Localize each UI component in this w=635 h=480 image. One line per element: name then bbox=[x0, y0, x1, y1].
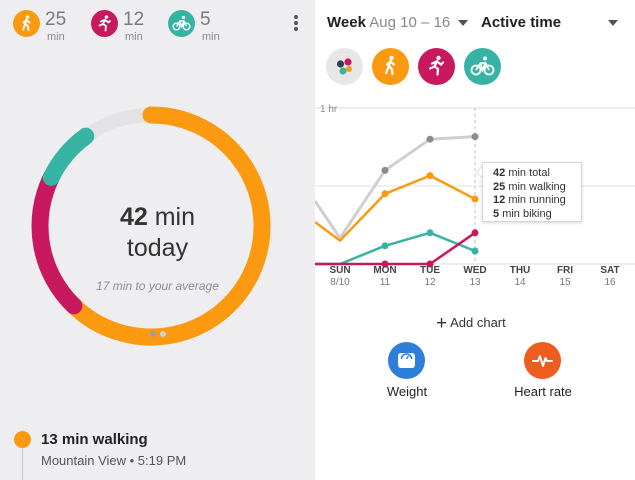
data-point-biking[interactable] bbox=[471, 247, 479, 255]
plus-icon: + bbox=[436, 313, 448, 334]
running-minutes: 12 bbox=[123, 9, 145, 30]
all-activities-filter[interactable] bbox=[326, 48, 363, 85]
biking-icon bbox=[168, 10, 195, 37]
tooltip-arrow-fill bbox=[477, 167, 482, 177]
x-axis-date: 15 bbox=[559, 277, 571, 288]
running-icon bbox=[91, 10, 118, 37]
scale-icon bbox=[398, 353, 415, 368]
ring-comparison: 17 min to your average bbox=[96, 279, 219, 293]
data-point-total[interactable] bbox=[426, 135, 434, 143]
x-axis-date: 14 bbox=[514, 277, 526, 288]
pager-dot[interactable] bbox=[160, 331, 166, 337]
x-axis-day: SAT bbox=[600, 265, 620, 276]
biking-unit: min bbox=[202, 31, 220, 43]
biking-minutes: 5 bbox=[200, 9, 211, 30]
biking-icon bbox=[470, 56, 495, 76]
heart-rate-label[interactable]: Heart rate bbox=[502, 384, 584, 399]
metric-label: Active time bbox=[481, 14, 562, 31]
biking-filter[interactable] bbox=[464, 48, 501, 85]
add-chart-button[interactable]: + Add chart bbox=[436, 313, 506, 335]
pager-dot-active[interactable] bbox=[150, 331, 156, 337]
tooltip-running-value: 12 bbox=[493, 194, 506, 206]
x-axis-date: 8/10 bbox=[330, 277, 350, 288]
ring-total-value: 42 bbox=[119, 203, 148, 231]
all-activities-icon bbox=[336, 58, 352, 75]
timeline-line bbox=[22, 448, 23, 480]
tooltip-total-label: min total bbox=[508, 167, 550, 179]
x-axis-label[interactable]: TUE 12 bbox=[410, 265, 450, 289]
x-axis-label[interactable]: MON 11 bbox=[365, 265, 405, 289]
data-point-total[interactable] bbox=[471, 133, 479, 141]
data-point-walking[interactable] bbox=[426, 172, 434, 180]
running-unit: min bbox=[125, 31, 143, 43]
x-axis-date: 11 bbox=[379, 277, 391, 288]
range-label: Week bbox=[327, 14, 366, 31]
heart-rate-button[interactable] bbox=[524, 342, 561, 379]
running-icon bbox=[428, 55, 445, 76]
metric-selector[interactable]: Active time bbox=[481, 14, 561, 31]
x-axis-label[interactable]: SAT 16 bbox=[590, 265, 630, 289]
activity-title[interactable]: 13 min walking bbox=[41, 431, 148, 448]
date-range-selector[interactable]: Week Aug 10 – 16 bbox=[327, 14, 450, 31]
data-point-walking[interactable] bbox=[381, 190, 389, 198]
walking-icon bbox=[13, 10, 40, 37]
activity-subtitle: Mountain View • 5:19 PM bbox=[41, 453, 187, 468]
x-axis-label[interactable]: FRI 15 bbox=[545, 265, 585, 289]
chevron-down-icon[interactable] bbox=[458, 20, 468, 26]
tooltip-walking-label: min walking bbox=[508, 180, 566, 193]
tooltip-walking-value: 25 bbox=[493, 180, 506, 193]
x-axis-day: SUN bbox=[329, 265, 351, 276]
tooltip-biking-label: min biking bbox=[502, 207, 552, 220]
data-point-walking[interactable] bbox=[471, 195, 479, 203]
day-tooltip: 42 min total 25 min walking 12 min runni… bbox=[482, 162, 582, 222]
tooltip-total: 42 min total bbox=[493, 167, 581, 181]
walking-filter[interactable] bbox=[372, 48, 409, 85]
more-vert-icon[interactable] bbox=[290, 14, 302, 34]
data-point-biking[interactable] bbox=[426, 229, 434, 237]
data-point-running[interactable] bbox=[471, 229, 479, 237]
data-point-total[interactable] bbox=[381, 166, 389, 174]
x-axis-date: 16 bbox=[604, 277, 616, 288]
walking-activity-dot bbox=[14, 431, 31, 448]
x-axis-date: 13 bbox=[469, 277, 481, 288]
x-axis-day: THU bbox=[509, 265, 531, 276]
data-point-biking[interactable] bbox=[381, 242, 389, 250]
ring-total-unit: min bbox=[154, 203, 196, 231]
add-chart-label: Add chart bbox=[450, 315, 506, 330]
x-axis-day: TUE bbox=[420, 265, 440, 276]
heart-rate-icon bbox=[532, 355, 553, 367]
chevron-down-icon[interactable] bbox=[608, 20, 618, 26]
tooltip-running-label: min running bbox=[508, 194, 566, 206]
ring-total: 42 min bbox=[0, 203, 315, 232]
walking-unit: min bbox=[47, 31, 65, 43]
tooltip-biking-value: 5 bbox=[493, 207, 500, 220]
tooltip-total-value: 42 bbox=[493, 167, 506, 179]
series-layer bbox=[315, 133, 479, 268]
x-axis-label[interactable]: SUN 8/10 bbox=[320, 265, 360, 289]
gridline-label: 1 hr bbox=[320, 104, 338, 115]
daily-summary-panel: 25 min 12 min 5 min 42 min today 17 min … bbox=[0, 0, 315, 480]
x-axis-date: 12 bbox=[424, 277, 436, 288]
tooltip-biking: 5 min biking bbox=[493, 208, 581, 222]
series-line-walking bbox=[315, 174, 476, 242]
weight-button[interactable] bbox=[388, 342, 425, 379]
weight-label[interactable]: Weight bbox=[376, 384, 438, 399]
x-axis-day: FRI bbox=[556, 265, 574, 276]
ring-segment-biking bbox=[42, 127, 95, 186]
x-axis-label[interactable]: THU 14 bbox=[500, 265, 540, 289]
x-axis-day: WED bbox=[463, 265, 487, 276]
walking-minutes: 25 bbox=[45, 9, 67, 30]
x-axis-label[interactable]: WED 13 bbox=[455, 265, 495, 289]
ring-label: today bbox=[126, 234, 189, 262]
walking-icon bbox=[384, 55, 396, 76]
tooltip-running: 12 min running bbox=[493, 194, 581, 208]
tooltip-walking: 25 min walking bbox=[493, 181, 581, 195]
range-value: Aug 10 – 16 bbox=[369, 14, 451, 31]
running-filter[interactable] bbox=[418, 48, 455, 85]
x-axis-day: MON bbox=[373, 265, 397, 276]
